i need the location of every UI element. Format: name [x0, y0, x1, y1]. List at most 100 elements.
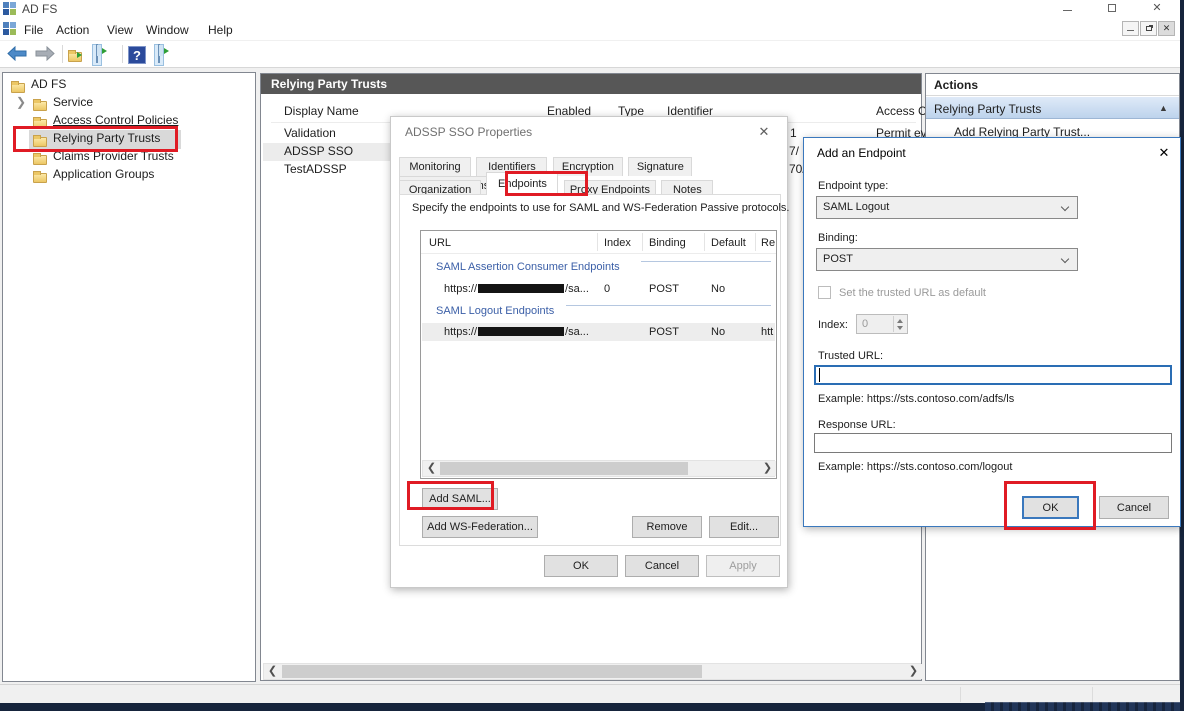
scrollbar-thumb[interactable] [282, 665, 702, 678]
set-default-label: Set the trusted URL as default [839, 287, 986, 299]
tree-item-service[interactable]: Service [53, 95, 93, 109]
new-window-icon[interactable] [154, 44, 164, 66]
redacted-url [478, 284, 564, 293]
column-display-name[interactable]: Display Name [284, 104, 359, 118]
tab-monitoring[interactable]: Monitoring [399, 157, 471, 176]
ep-column-default[interactable]: Default [711, 237, 746, 249]
dialog-title: Add an Endpoint [817, 146, 906, 160]
cancel-button[interactable]: Cancel [625, 555, 699, 577]
collapse-section-icon[interactable]: ▲ [1159, 103, 1168, 113]
close-icon[interactable]: ✕ [749, 124, 779, 140]
endpoints-list-scrollbar[interactable]: ❮ ❯ [422, 460, 775, 477]
row-validation-identifier-fragment: 1 [790, 126, 797, 140]
menu-help[interactable]: Help [204, 21, 237, 39]
tab-endpoints[interactable]: Endpoints [486, 172, 558, 195]
ep-column-binding[interactable]: Binding [649, 237, 686, 249]
index-stepper[interactable]: 0 [856, 314, 908, 334]
ok-button[interactable]: OK [544, 555, 618, 577]
tree-item-application-groups[interactable]: Application Groups [53, 167, 154, 181]
forward-icon[interactable] [34, 46, 56, 68]
scroll-right-icon[interactable]: ❯ [759, 461, 776, 476]
tree-item-adfs[interactable]: AD FS [31, 77, 66, 91]
cancel-button[interactable]: Cancel [1099, 496, 1169, 519]
assertion-endpoint-url[interactable]: https:///sa... [444, 283, 589, 295]
set-default-checkbox[interactable] [818, 286, 831, 299]
logout-endpoint-response-fragment: htt [761, 326, 773, 338]
scrollbar-thumb[interactable] [440, 462, 688, 475]
row-adssp-sso[interactable]: ADSSP SSO [284, 144, 353, 158]
chevron-right-icon[interactable]: ❯ [16, 95, 26, 109]
chevron-down-icon [1061, 255, 1069, 263]
trusted-url-label: Trusted URL: [818, 350, 883, 362]
actions-section-relying-party-trusts[interactable]: Relying Party Trusts ▲ [926, 97, 1179, 119]
close-button[interactable]: ✕ [1142, 1, 1172, 16]
trusted-url-example: Example: https://sts.contoso.com/adfs/ls [818, 393, 1014, 405]
mdi-restore-button[interactable] [1140, 21, 1157, 36]
app-icon [3, 2, 17, 16]
ep-column-index[interactable]: Index [604, 237, 631, 249]
scroll-left-icon[interactable]: ❮ [423, 461, 440, 476]
index-label: Index: [818, 319, 848, 331]
assertion-endpoint-binding: POST [649, 283, 679, 295]
tree-item-claims-provider-trusts[interactable]: Claims Provider Trusts [53, 149, 174, 163]
assertion-endpoint-index: 0 [604, 283, 610, 295]
show-console-tree-icon[interactable] [92, 44, 102, 66]
logout-endpoint-default: No [711, 326, 725, 338]
folder-icon [33, 151, 47, 169]
close-icon[interactable]: ✕ [1149, 145, 1179, 161]
title-bar: AD FS ✕ [0, 0, 1180, 18]
menu-window[interactable]: Window [142, 21, 193, 39]
minimize-button[interactable] [1052, 1, 1082, 16]
ok-button[interactable]: OK [1022, 496, 1079, 519]
export-list-icon[interactable] [68, 48, 82, 70]
menu-bar: File Action View Window Help ✕ [0, 18, 1180, 41]
folder-icon [33, 133, 47, 151]
row-validation[interactable]: Validation [284, 126, 336, 140]
tab-encryption[interactable]: Encryption [553, 157, 623, 176]
response-url-example: Example: https://sts.contoso.com/logout [818, 461, 1012, 473]
mdi-close-button[interactable]: ✕ [1158, 21, 1175, 36]
menu-file[interactable]: File [20, 21, 47, 39]
add-saml-button[interactable]: Add SAML... [422, 488, 498, 510]
tree-item-access-control-policies[interactable]: Access Control Policies [53, 113, 178, 127]
chevron-down-icon [1061, 203, 1069, 211]
stepper-arrows[interactable] [893, 316, 906, 332]
actions-header: Actions [934, 78, 978, 92]
console-tree-panel: AD FS ❯ Service Access Control Policies … [2, 72, 256, 682]
endpoint-type-label: Endpoint type: [818, 180, 888, 192]
row-testadssp[interactable]: TestADSSP [284, 162, 347, 176]
apply-button[interactable]: Apply [706, 555, 780, 577]
menu-view[interactable]: View [103, 21, 137, 39]
list-horizontal-scrollbar[interactable]: ❮ ❯ [263, 663, 921, 680]
trusted-url-input[interactable] [814, 365, 1172, 385]
ep-column-response[interactable]: Re [761, 237, 775, 249]
tree-item-relying-party-trusts[interactable]: Relying Party Trusts [53, 131, 160, 145]
add-ws-federation-button[interactable]: Add WS-Federation... [422, 516, 538, 538]
toolbar: ? [0, 41, 1180, 68]
mdi-minimize-button[interactable] [1122, 21, 1139, 36]
binding-label: Binding: [818, 232, 858, 244]
tab-signature[interactable]: Signature [628, 157, 692, 176]
menu-action[interactable]: Action [52, 21, 93, 39]
endpoints-description: Specify the endpoints to use for SAML an… [412, 202, 789, 214]
add-endpoint-dialog: Add an Endpoint ✕ Endpoint type: SAML Lo… [803, 137, 1181, 527]
endpoint-type-select[interactable]: SAML Logout [816, 196, 1078, 219]
logout-endpoint-url[interactable]: https:///sa... [444, 326, 589, 338]
adssp-sso-properties-dialog: ADSSP SSO Properties ✕ Monitoring Identi… [390, 116, 788, 588]
back-icon[interactable] [6, 46, 28, 68]
endpoints-list: URL Index Binding Default Re SAML Assert… [420, 230, 777, 479]
maximize-button[interactable] [1097, 1, 1127, 16]
ep-column-url[interactable]: URL [429, 237, 451, 249]
remove-button[interactable]: Remove [632, 516, 702, 538]
group-saml-assertion-consumer: SAML Assertion Consumer Endpoints [436, 261, 620, 273]
binding-select[interactable]: POST [816, 248, 1078, 271]
logout-endpoint-binding: POST [649, 326, 679, 338]
scroll-right-icon[interactable]: ❯ [905, 664, 922, 679]
scroll-left-icon[interactable]: ❮ [264, 664, 281, 679]
dialog-title: ADSSP SSO Properties [405, 125, 532, 139]
window-title: AD FS [22, 2, 57, 16]
mdi-window-controls: ✕ [1122, 21, 1178, 37]
watermark-redacted [985, 702, 1180, 711]
edit-button[interactable]: Edit... [709, 516, 779, 538]
response-url-input[interactable] [814, 433, 1172, 453]
